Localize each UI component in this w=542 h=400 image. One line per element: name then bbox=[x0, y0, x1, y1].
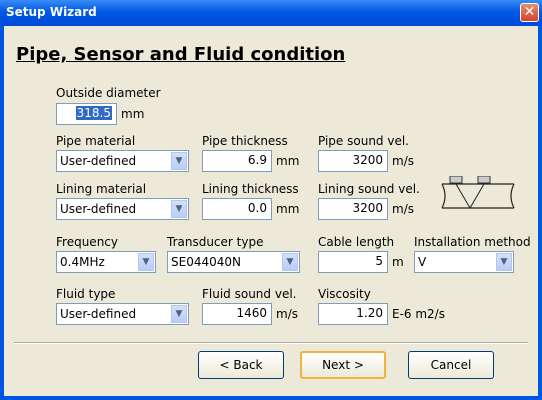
frequency-label: Frequency bbox=[56, 235, 118, 249]
cable-length-field[interactable]: 5 bbox=[318, 251, 388, 273]
installation-method-select[interactable]: V ▼ bbox=[414, 251, 514, 273]
cable-length-label: Cable length bbox=[318, 235, 395, 249]
fluid-sound-vel-unit: m/s bbox=[276, 307, 298, 321]
lining-sound-vel-field[interactable]: 3200 bbox=[318, 198, 388, 220]
installation-method-value: V bbox=[418, 255, 427, 269]
outside-diameter-field[interactable]: 318.5 bbox=[56, 103, 117, 125]
pipe-sound-vel-label: Pipe sound vel. bbox=[318, 134, 409, 148]
v-method-pipe-diagram-icon bbox=[441, 176, 515, 209]
outside-diameter-label: Outside diameter bbox=[56, 86, 161, 100]
fluid-type-select[interactable]: User-defined ▼ bbox=[56, 303, 189, 325]
lining-thickness-label: Lining thickness bbox=[202, 182, 299, 196]
chevron-down-icon[interactable]: ▼ bbox=[282, 253, 298, 271]
button-separator bbox=[14, 342, 528, 344]
fluid-type-label: Fluid type bbox=[56, 287, 116, 301]
transducer-type-value: SE044040N bbox=[171, 255, 241, 269]
fluid-type-value: User-defined bbox=[60, 307, 137, 321]
pipe-thickness-field[interactable]: 6.9 bbox=[202, 150, 272, 172]
viscosity-label: Viscosity bbox=[318, 287, 371, 301]
window-title: Setup Wizard bbox=[6, 5, 97, 19]
fluid-sound-vel-field[interactable]: 1460 bbox=[202, 303, 272, 325]
viscosity-unit: E-6 m2/s bbox=[392, 307, 445, 321]
pipe-sound-vel-unit: m/s bbox=[392, 154, 414, 168]
close-button[interactable]: ✕ bbox=[520, 3, 539, 22]
cancel-button[interactable]: Cancel bbox=[408, 351, 494, 379]
next-button[interactable]: Next > bbox=[300, 351, 386, 379]
frequency-select[interactable]: 0.4MHz ▼ bbox=[56, 251, 156, 273]
pipe-thickness-unit: mm bbox=[276, 154, 300, 168]
lining-sound-vel-unit: m/s bbox=[392, 202, 414, 216]
wizard-client-area: Pipe, Sensor and Fluid condition Outside… bbox=[4, 26, 538, 396]
viscosity-field[interactable]: 1.20 bbox=[318, 303, 388, 325]
chevron-down-icon[interactable]: ▼ bbox=[496, 253, 512, 271]
chevron-down-icon[interactable]: ▼ bbox=[171, 200, 187, 218]
transducer-type-select[interactable]: SE044040N ▼ bbox=[167, 251, 300, 273]
pipe-material-label: Pipe material bbox=[56, 134, 136, 148]
chevron-down-icon[interactable]: ▼ bbox=[171, 152, 187, 170]
lining-material-value: User-defined bbox=[60, 202, 137, 216]
lining-material-label: Lining material bbox=[56, 182, 147, 196]
outside-diameter-value: 318.5 bbox=[75, 106, 112, 120]
pipe-sound-vel-field[interactable]: 3200 bbox=[318, 150, 388, 172]
frequency-value: 0.4MHz bbox=[60, 255, 105, 269]
setup-wizard-window: Setup Wizard ✕ Pipe, Sensor and Fluid co… bbox=[0, 0, 542, 400]
transducer-type-label: Transducer type bbox=[167, 235, 264, 249]
lining-sound-vel-label: Lining sound vel. bbox=[318, 182, 420, 196]
cable-length-unit: m bbox=[392, 255, 404, 269]
installation-method-label: Installation method bbox=[414, 235, 531, 249]
lining-thickness-unit: mm bbox=[276, 202, 300, 216]
pipe-material-select[interactable]: User-defined ▼ bbox=[56, 150, 189, 172]
pipe-material-value: User-defined bbox=[60, 154, 137, 168]
title-bar[interactable]: Setup Wizard ✕ bbox=[0, 0, 542, 26]
chevron-down-icon[interactable]: ▼ bbox=[171, 305, 187, 323]
fluid-sound-vel-label: Fluid sound vel. bbox=[202, 287, 297, 301]
lining-material-select[interactable]: User-defined ▼ bbox=[56, 198, 189, 220]
back-button[interactable]: < Back bbox=[198, 351, 284, 379]
outside-diameter-unit: mm bbox=[121, 107, 145, 121]
lining-thickness-field[interactable]: 0.0 bbox=[202, 198, 272, 220]
pipe-thickness-label: Pipe thickness bbox=[202, 134, 288, 148]
page-heading: Pipe, Sensor and Fluid condition bbox=[16, 44, 346, 65]
chevron-down-icon[interactable]: ▼ bbox=[138, 253, 154, 271]
